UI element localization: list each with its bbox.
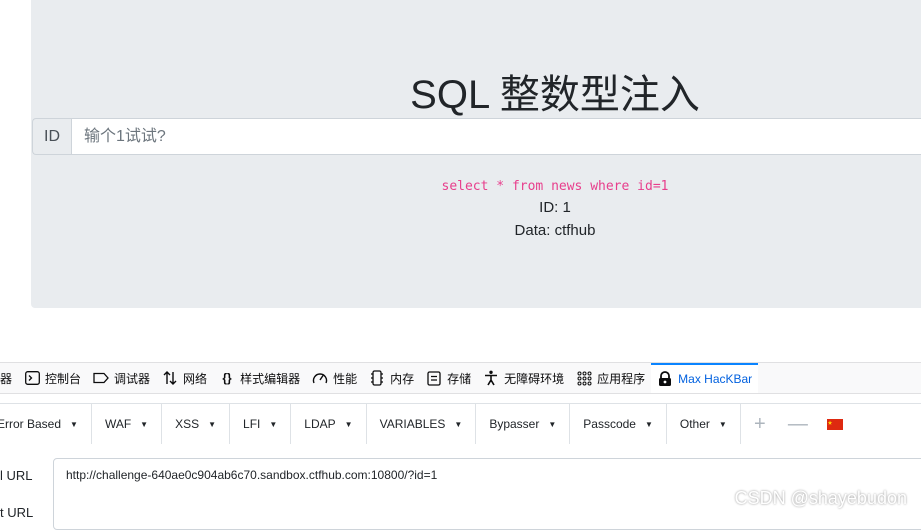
- split-url-label: t URL: [0, 505, 34, 520]
- console-icon: [24, 370, 40, 386]
- china-flag-icon[interactable]: [817, 404, 853, 444]
- tab-console[interactable]: 控制台: [18, 363, 87, 393]
- menu-label: VARIABLES: [379, 417, 446, 431]
- caret-down-icon: ▼: [548, 419, 557, 429]
- tab-label: 内存: [390, 371, 415, 386]
- style-editor-icon: {}: [222, 371, 232, 385]
- tab-label: 存储: [447, 371, 472, 386]
- tab-accessibility[interactable]: 无障碍环境: [477, 363, 570, 393]
- caret-down-icon: ▼: [344, 419, 353, 429]
- hackbar-toolbar: Error Based ▼ WAF ▼ XSS ▼ LFI ▼ LDAP ▼ VARIAB…: [0, 403, 921, 445]
- performance-icon: [312, 370, 328, 386]
- caret-down-icon: ▼: [269, 419, 278, 429]
- menu-label: Error Based: [0, 417, 62, 431]
- menu-ldap[interactable]: LDAP ▼: [291, 404, 367, 444]
- watermark: CSDN @shayebudon: [734, 488, 907, 508]
- menu-label: LFI: [243, 417, 261, 431]
- tab-label: Max HacKBar: [678, 372, 753, 386]
- caret-down-icon: ▼: [644, 419, 653, 429]
- plus-icon[interactable]: +: [741, 404, 779, 444]
- caret-down-icon: ▼: [718, 419, 727, 429]
- tab-label: 网络: [183, 371, 208, 386]
- devtools-tab-bar: 器 控制台 调试器 网络 {} 样式编辑器 性能 内存 存储 无障碍环境 应用程…: [0, 362, 921, 394]
- accessibility-icon: [483, 370, 499, 386]
- menu-lfi[interactable]: LFI ▼: [230, 404, 292, 444]
- menu-other[interactable]: Other ▼: [667, 404, 741, 444]
- url-value: http://challenge-640ae0c904ab6c70.sandbo…: [66, 468, 438, 482]
- tab-label: 控制台: [45, 371, 82, 386]
- caret-down-icon: ▼: [208, 419, 217, 429]
- result-id: ID: 1: [539, 199, 571, 216]
- hackbar-icon: [657, 371, 673, 387]
- minus-icon[interactable]: —: [779, 404, 817, 444]
- id-input-prefix: ID: [32, 118, 71, 155]
- tab-label: 应用程序: [597, 371, 646, 386]
- sql-query: select * from news where id=1: [441, 179, 669, 194]
- tab-storage[interactable]: 存储: [420, 363, 477, 393]
- tab-performance[interactable]: 性能: [306, 363, 363, 393]
- tab-label: 性能: [333, 371, 358, 386]
- menu-label: WAF: [104, 417, 132, 431]
- load-url-label: l URL: [0, 468, 33, 483]
- menu-waf[interactable]: WAF ▼: [92, 404, 163, 444]
- debugger-icon: [93, 370, 109, 386]
- page-title: SQL 整数型注入: [410, 73, 700, 117]
- network-icon: [162, 370, 178, 386]
- menu-label: LDAP: [304, 417, 336, 431]
- application-icon: [576, 370, 592, 386]
- menu-xss[interactable]: XSS ▼: [162, 404, 231, 444]
- tab-debugger[interactable]: 调试器: [87, 363, 156, 393]
- tab-network[interactable]: 网络: [156, 363, 213, 393]
- tab-style-editor[interactable]: {} 样式编辑器: [213, 363, 306, 393]
- tab-label: 调试器: [114, 371, 151, 386]
- result-block: select * from news where id=1 ID: 1 Data…: [0, 178, 921, 242]
- result-data: Data: ctfhub: [514, 222, 596, 239]
- menu-label: Passcode: [583, 417, 636, 431]
- menu-passcode[interactable]: Passcode ▼: [570, 404, 667, 444]
- menu-error-based[interactable]: Error Based ▼: [0, 404, 92, 444]
- tab-label: 无障碍环境: [504, 371, 565, 386]
- menu-bypasser[interactable]: Bypasser ▼: [476, 404, 571, 444]
- menu-variables[interactable]: VARIABLES ▼: [367, 404, 477, 444]
- tab-inspector[interactable]: 器: [0, 363, 18, 393]
- menu-label: Bypasser: [489, 417, 540, 431]
- caret-down-icon: ▼: [140, 419, 149, 429]
- storage-icon: [426, 370, 442, 386]
- tab-label: 器: [0, 371, 13, 386]
- menu-label: Other: [679, 417, 710, 431]
- tab-memory[interactable]: 内存: [363, 363, 420, 393]
- tab-label: 样式编辑器: [240, 371, 301, 386]
- id-input-group: ID: [32, 118, 921, 155]
- tab-max-hackbar[interactable]: Max HacKBar: [651, 363, 759, 393]
- tab-application[interactable]: 应用程序: [570, 363, 651, 393]
- caret-down-icon: ▼: [70, 419, 78, 429]
- id-input[interactable]: [71, 118, 921, 155]
- memory-icon: [369, 370, 385, 386]
- caret-down-icon: ▼: [454, 419, 463, 429]
- menu-label: XSS: [175, 417, 200, 431]
